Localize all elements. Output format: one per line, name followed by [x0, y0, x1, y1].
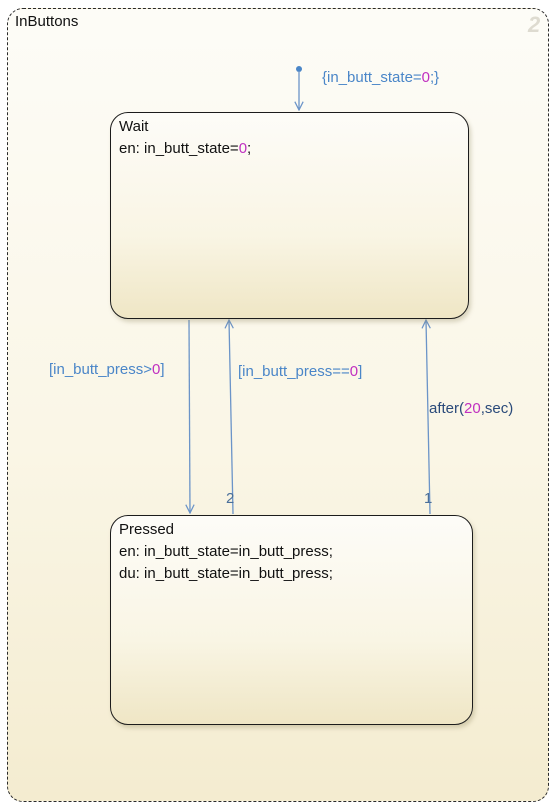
default-transition-label[interactable]: {in_butt_state=0;} — [322, 69, 439, 86]
transition-label-timeout[interactable]: after(20,sec) — [429, 400, 513, 417]
state-pressed-during-action: du: in_butt_state=in_butt_press; — [119, 565, 333, 582]
transition-label-press[interactable]: [in_butt_press>0] — [49, 361, 165, 378]
transition-pressed-to-wait-timeout[interactable] — [426, 320, 430, 515]
transition-pressed-to-wait-release[interactable] — [229, 320, 233, 515]
state-wait[interactable]: Wait en: in_butt_state=0; — [110, 112, 469, 319]
transition-wait-to-pressed[interactable] — [189, 319, 190, 513]
state-pressed-name: Pressed — [119, 521, 175, 538]
state-pressed[interactable]: Pressed en: in_butt_state=in_butt_press;… — [110, 515, 473, 725]
state-wait-name: Wait — [119, 118, 149, 135]
transition-order-release: 2 — [226, 490, 235, 507]
state-wait-entry-action: en: in_butt_state=0; — [119, 140, 252, 157]
state-pressed-entry-action: en: in_butt_state=in_butt_press; — [119, 543, 333, 560]
transition-order-timeout: 1 — [424, 490, 433, 507]
transition-label-release[interactable]: [in_butt_press==0] — [238, 363, 362, 380]
